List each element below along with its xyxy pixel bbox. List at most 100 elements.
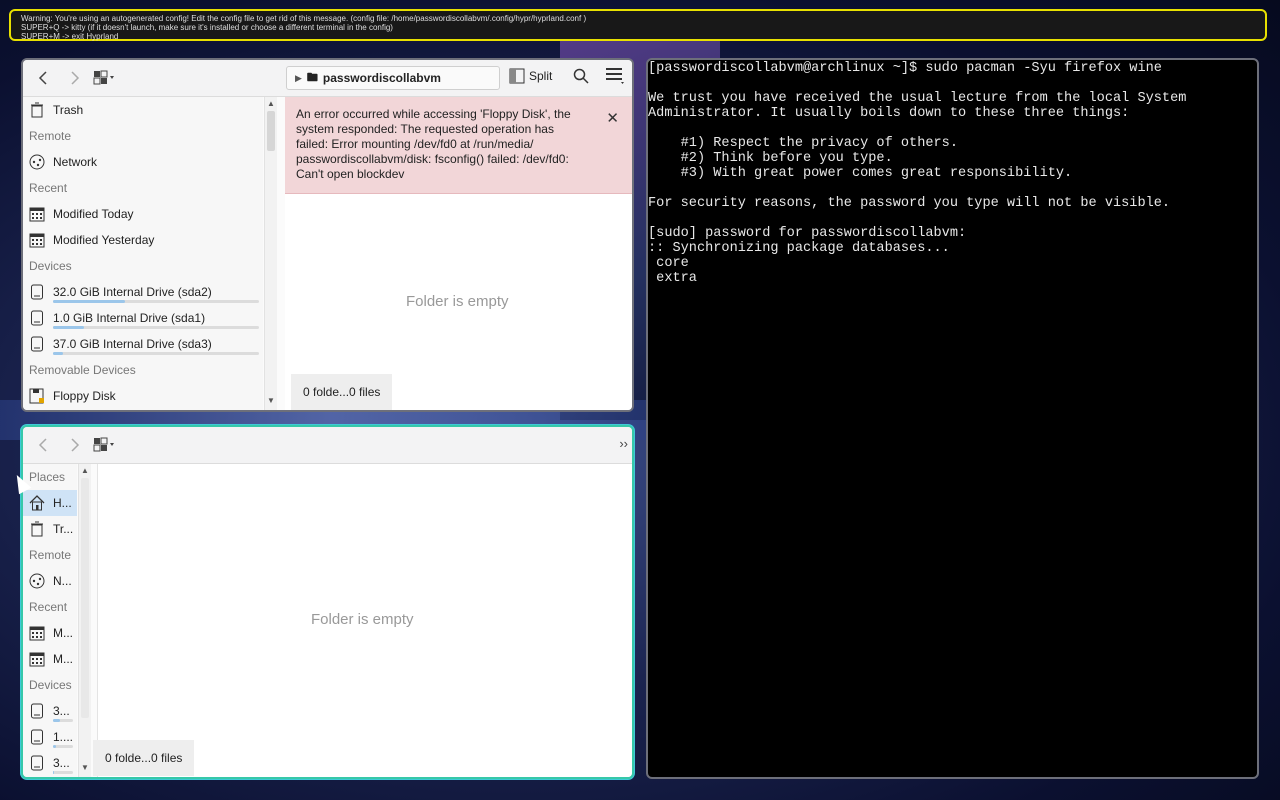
view-mode-button[interactable] xyxy=(91,432,117,458)
drive-usage-bar xyxy=(53,771,73,774)
chevron-left-icon xyxy=(38,438,47,452)
terminal-line: #1) Respect the privacy of others. xyxy=(648,136,958,151)
sidebar-item[interactable]: 1.0 GiB Internal Drive (sda1) xyxy=(23,305,263,331)
scroll-down-arrow[interactable]: ▼ xyxy=(79,763,91,775)
sidebar-item-label: 32.0 GiB Internal Drive (sda2) xyxy=(53,285,212,299)
sidebar-section-header: Removable Devices xyxy=(29,363,136,377)
hamburger-menu-button[interactable] xyxy=(605,66,625,89)
terminal-window[interactable]: [passwordiscollabvm@archlinux ~]$ sudo p… xyxy=(646,58,1259,779)
sidebar-section-header: Recent xyxy=(29,600,68,614)
sidebar-section-header: Remote xyxy=(29,129,72,143)
sidebar-item[interactable]: Tr... xyxy=(23,516,77,542)
calendar-icon xyxy=(29,625,45,641)
view-mode-button[interactable] xyxy=(91,65,117,91)
sidebar-item-label: N... xyxy=(53,574,72,588)
sidebar-item[interactable]: M... xyxy=(23,620,77,646)
dolphin-window-bottom[interactable]: ›› Places H... Tr... Remote N... Recent M... M.… xyxy=(21,425,634,779)
terminal-line: For security reasons, the password you t… xyxy=(648,196,1171,211)
drive-usage-bar xyxy=(53,745,73,748)
forward-button[interactable] xyxy=(61,432,87,458)
network-icon xyxy=(29,573,45,589)
sidebar-item-label: 37.0 GiB Internal Drive (sda3) xyxy=(53,337,212,351)
terminal-line: extra xyxy=(648,271,697,286)
close-icon: ✕ xyxy=(606,110,619,127)
terminal-line: Administrator. It usually boils down to … xyxy=(648,106,1130,121)
sidebar-item-label: Network xyxy=(53,155,98,169)
sidebar-item-label: H... xyxy=(53,496,72,510)
close-error-button[interactable]: ✕ xyxy=(606,111,619,126)
scroll-up-arrow[interactable]: ▲ xyxy=(79,466,91,478)
sidebar-item-label: 1.0 GiB Internal Drive (sda1) xyxy=(53,311,206,325)
drive-usage-bar xyxy=(53,719,73,722)
sidebar-item[interactable]: 37.0 GiB Internal Drive (sda3) xyxy=(23,331,263,357)
scroll-thumb[interactable] xyxy=(267,111,275,151)
sidebar-item[interactable]: 32.0 GiB Internal Drive (sda2) xyxy=(23,279,263,305)
drive-icon xyxy=(29,284,45,300)
sidebar-item[interactable]: Floppy Disk xyxy=(23,383,263,409)
forward-button[interactable] xyxy=(61,65,87,91)
folder-empty-text: Folder is empty xyxy=(311,611,414,628)
status-bar-text: 0 folde...0 files xyxy=(93,740,195,776)
error-text: An error occurred while accessing 'Flopp… xyxy=(296,107,571,181)
sidebar-item[interactable]: 3... xyxy=(23,698,77,724)
sidebar-item[interactable]: Modified Yesterday xyxy=(23,227,263,253)
grid-view-icon xyxy=(93,437,114,452)
sidebar-item-label: M... xyxy=(53,626,73,640)
sidebar-item-label: Modified Yesterday xyxy=(53,233,155,247)
sidebar-section-header: Recent xyxy=(29,181,68,195)
location-breadcrumb[interactable]: ▶ 🖿 passwordiscollabvm xyxy=(286,66,500,90)
split-view-icon xyxy=(509,68,525,84)
sidebar-section-header: Devices xyxy=(29,259,72,273)
calendar-icon xyxy=(29,651,45,667)
warning-line: SUPER+M -> exit Hyprland xyxy=(21,32,119,41)
calendar-icon xyxy=(29,232,45,248)
drive-icon xyxy=(29,729,45,745)
sidebar-scrollbar[interactable]: ▲ ▼ xyxy=(264,97,277,410)
warning-line: Warning: You're using an autogenerated c… xyxy=(21,14,587,23)
sidebar-item-label: Tr... xyxy=(53,522,74,536)
sidebar-item-label: Modified Today xyxy=(53,207,134,221)
sidebar-item-label: Trash xyxy=(53,103,84,117)
scroll-down-arrow[interactable]: ▼ xyxy=(265,396,277,408)
home-icon xyxy=(29,495,45,511)
folder-icon: 🖿 xyxy=(306,71,318,84)
scroll-up-arrow[interactable]: ▲ xyxy=(265,99,277,111)
scroll-thumb[interactable] xyxy=(81,478,89,718)
terminal-output[interactable]: [passwordiscollabvm@archlinux ~]$ sudo p… xyxy=(648,61,1257,286)
sidebar-item[interactable]: N... xyxy=(23,568,77,594)
status-bar-text: 0 folde...0 files xyxy=(291,374,393,410)
hamburger-icon xyxy=(606,68,624,84)
sidebar-item[interactable]: Network xyxy=(23,149,263,175)
sidebar-item[interactable]: Modified Today xyxy=(23,201,263,227)
split-button[interactable]: Split xyxy=(509,68,552,84)
terminal-line: #3) With great power comes great respons… xyxy=(648,166,1073,181)
dolphin-window-top[interactable]: ▶ 🖿 passwordiscollabvm Split Trash Remote… xyxy=(21,58,634,412)
sidebar-item[interactable]: 3... xyxy=(23,750,77,776)
search-icon xyxy=(573,68,589,84)
toolbar-overflow-button[interactable]: ›› xyxy=(619,436,628,451)
drive-usage-bar xyxy=(53,300,259,303)
terminal-line: [passwordiscollabvm@archlinux ~]$ sudo p… xyxy=(648,61,1162,76)
network-icon xyxy=(29,154,45,170)
places-sidebar: Trash Remote Network Recent Modified Today Mo… xyxy=(23,97,263,410)
sidebar-item[interactable]: M... xyxy=(23,646,77,672)
toolbar: ▶ 🖿 passwordiscollabvm Split xyxy=(23,60,632,97)
folder-empty-text: Folder is empty xyxy=(406,293,509,310)
search-button[interactable] xyxy=(573,68,589,89)
warning-line: SUPER+Q -> kitty (if it doesn't launch, … xyxy=(21,23,393,32)
grid-view-icon xyxy=(93,70,114,85)
sidebar-item[interactable]: Trash xyxy=(23,97,263,123)
toolbar: ›› xyxy=(23,427,632,464)
terminal-line: [sudo] password for passwordiscollabvm: xyxy=(648,226,967,241)
hyprland-warning-bar: Warning: You're using an autogenerated c… xyxy=(9,9,1267,41)
chevron-right-icon: ▶ xyxy=(295,72,302,83)
back-button[interactable] xyxy=(31,432,57,458)
sidebar-item[interactable]: 1.... xyxy=(23,724,77,750)
sidebar-item[interactable]: H... xyxy=(23,490,77,516)
back-button[interactable] xyxy=(31,65,57,91)
drive-icon xyxy=(29,703,45,719)
sidebar-scrollbar[interactable]: ▲ ▼ xyxy=(78,464,91,777)
